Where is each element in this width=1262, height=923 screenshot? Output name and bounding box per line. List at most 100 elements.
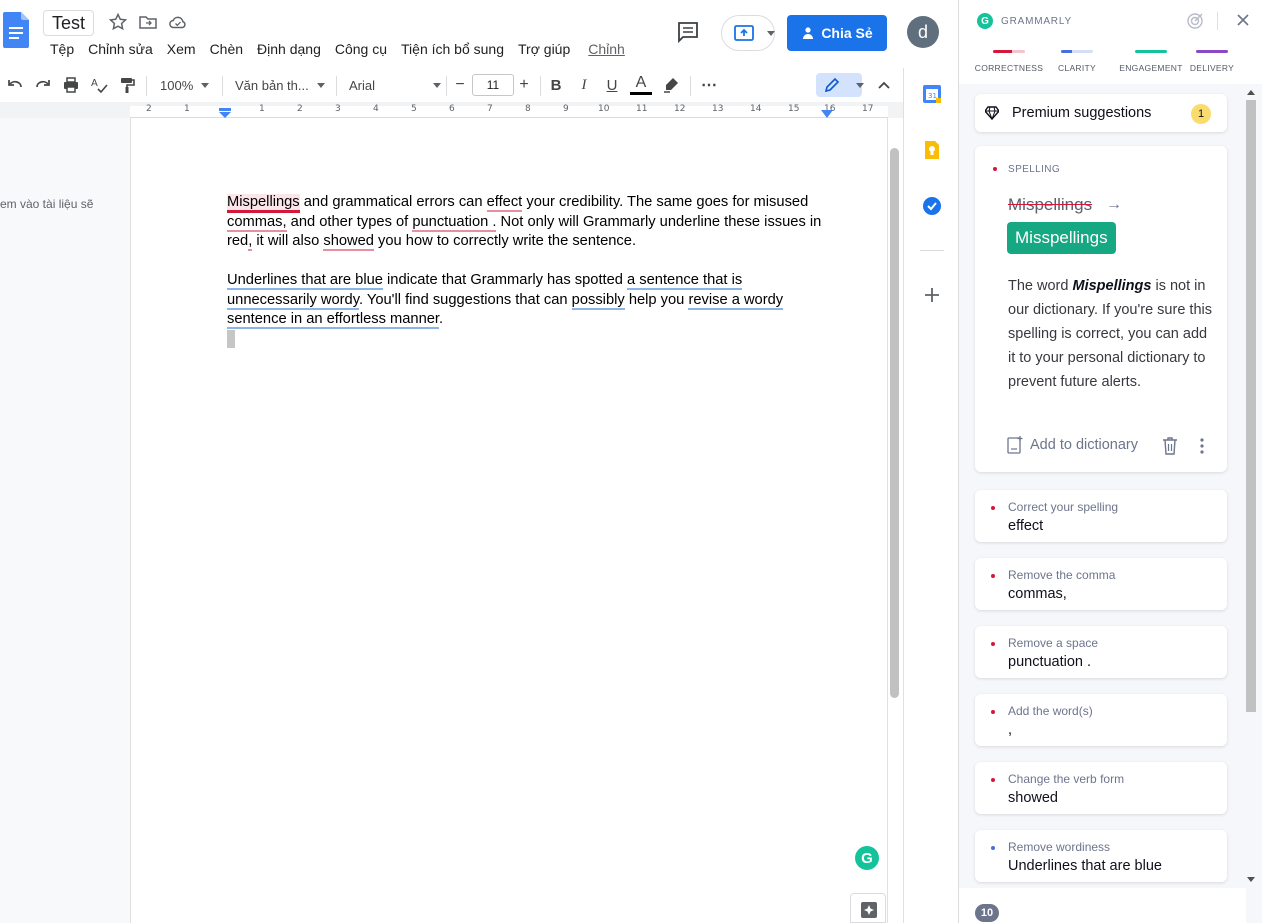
document-title-input[interactable]: Test — [43, 10, 95, 36]
ruler-label: 15 — [788, 104, 800, 114]
category-correctness[interactable]: CORRECTNESS — [974, 50, 1044, 73]
flagged-word-punctuation[interactable]: punctuation . — [412, 213, 497, 232]
grammarly-panel: G GRAMMARLY CORRECTNESS CLARITY ENGAGEME… — [958, 0, 1262, 923]
accept-replacement-button[interactable]: Misspellings — [1007, 222, 1116, 254]
italic-button[interactable]: I — [575, 74, 593, 96]
grammarly-header: G GRAMMARLY CORRECTNESS CLARITY ENGAGEME… — [959, 0, 1262, 84]
flagged-word-spelling[interactable]: Mispellings — [227, 194, 300, 213]
highlight-color-icon[interactable] — [662, 74, 680, 96]
paragraph-1: Mispellings and grammatical errors can e… — [227, 193, 827, 252]
star-icon[interactable] — [108, 12, 128, 32]
premium-count-badge: 1 — [1191, 104, 1211, 124]
text-run: you how to correctly write the sentence. — [373, 233, 637, 249]
move-folder-icon[interactable] — [138, 12, 158, 32]
document-body[interactable]: Mispellings and grammatical errors can e… — [227, 193, 827, 374]
grammarly-scrollbar[interactable] — [1246, 100, 1256, 712]
menu-insert[interactable]: Chèn — [210, 40, 243, 58]
menu-file[interactable]: Tệp — [50, 40, 74, 58]
avatar[interactable]: d — [907, 16, 939, 48]
font-select[interactable]: Arial — [349, 74, 441, 96]
calendar-icon[interactable]: 31 — [922, 84, 942, 104]
close-icon[interactable] — [1235, 12, 1251, 28]
toolbar-divider — [222, 76, 223, 96]
suggestion-card[interactable]: Correct your spelling effect — [975, 490, 1227, 542]
comment-history-icon[interactable] — [676, 20, 700, 44]
severity-dot — [991, 574, 995, 578]
ruler-label: 9 — [563, 104, 569, 114]
present-button[interactable] — [721, 15, 775, 51]
more-tools-button[interactable]: ⋯ — [698, 74, 720, 96]
suggestion-card[interactable]: Remove a space punctuation . — [975, 626, 1227, 678]
category-engagement[interactable]: ENGAGEMENT — [1116, 50, 1186, 73]
collapse-menus-icon[interactable] — [874, 74, 894, 96]
menu-bar: Tệp Chỉnh sửa Xem Chèn Định dạng Công cụ… — [50, 40, 639, 58]
editing-mode-button[interactable] — [816, 73, 864, 97]
cloud-saved-icon[interactable] — [168, 12, 188, 32]
category-delivery[interactable]: DELIVERY — [1177, 50, 1247, 73]
goals-target-icon[interactable] — [1186, 12, 1204, 30]
document-scrollbar[interactable] — [890, 148, 899, 698]
premium-suggestions-card[interactable]: Premium suggestions 1 — [975, 94, 1227, 132]
text-color-swatch — [630, 92, 652, 95]
last-edit-link[interactable]: Chỉnh — [588, 40, 625, 58]
suggestion-card[interactable]: Remove the comma commas, — [975, 558, 1227, 610]
docs-logo-icon[interactable] — [3, 12, 29, 48]
ruler-label: 10 — [598, 104, 610, 114]
print-icon[interactable] — [62, 74, 80, 96]
paragraph-style-select[interactable]: Văn bản th... — [235, 74, 327, 96]
increase-font-size-button[interactable]: + — [514, 74, 534, 96]
suggestion-card[interactable]: Add the word(s) , — [975, 694, 1227, 746]
ruler-label: 17 — [862, 104, 874, 114]
bold-button[interactable]: B — [547, 74, 565, 96]
flagged-word-possibly[interactable]: possibly — [571, 291, 625, 310]
tasks-icon[interactable] — [922, 196, 942, 216]
font-size-input[interactable]: 11 — [472, 74, 514, 96]
scroll-up-icon[interactable] — [1247, 89, 1255, 95]
keep-icon[interactable] — [922, 140, 942, 160]
menu-addons[interactable]: Tiện ích bổ sung — [401, 40, 504, 58]
category-clarity[interactable]: CLARITY — [1042, 50, 1112, 73]
share-label: Chia Sẻ — [821, 25, 873, 41]
right-indent-marker-icon[interactable] — [821, 110, 833, 118]
decrease-font-size-button[interactable]: − — [450, 74, 470, 96]
ruler-label: 4 — [373, 104, 379, 114]
explanation-word: Mispellings — [1072, 278, 1152, 294]
paint-format-icon[interactable] — [118, 74, 136, 96]
redo-icon[interactable] — [34, 74, 52, 96]
menu-view[interactable]: Xem — [167, 40, 196, 58]
chevron-down-icon — [201, 82, 210, 88]
indent-marker-icon[interactable] — [219, 108, 231, 118]
flagged-word-effect[interactable]: effect — [486, 194, 523, 212]
share-button[interactable]: Chia Sẻ — [787, 15, 887, 51]
text-run: help you — [624, 291, 689, 308]
undo-icon[interactable] — [6, 74, 24, 96]
grammarly-floating-icon[interactable]: G — [855, 846, 879, 870]
chevron-down-icon — [433, 82, 441, 88]
menu-help[interactable]: Trợ giúp — [518, 40, 570, 58]
underline-button[interactable]: U — [603, 74, 621, 96]
text-color-button[interactable]: A — [630, 74, 652, 96]
flagged-phrase-wordiness[interactable]: Underlines that are blue — [227, 272, 383, 290]
document-outline-hint: em vào tài liệu sẽ — [0, 197, 94, 211]
toolbar-divider — [690, 76, 691, 96]
add-icon[interactable] — [922, 285, 942, 305]
flagged-word-showed[interactable]: showed — [323, 233, 374, 251]
total-alerts-badge[interactable]: 10 — [975, 904, 999, 922]
suggestion-card[interactable]: Change the verb form showed — [975, 762, 1227, 814]
suggestion-type: SPELLING — [1008, 164, 1061, 175]
menu-tools[interactable]: Công cụ — [335, 40, 387, 58]
suggestion-card[interactable]: Remove wordiness Underlines that are blu… — [975, 830, 1227, 882]
menu-format[interactable]: Định dạng — [257, 40, 321, 58]
explore-button[interactable] — [850, 893, 886, 923]
add-to-dictionary-button[interactable]: Add to dictionary — [1006, 435, 1138, 455]
zoom-select[interactable]: 100% — [160, 74, 214, 96]
menu-edit[interactable]: Chỉnh sửa — [88, 40, 153, 58]
trash-icon[interactable] — [1161, 436, 1179, 456]
document-page[interactable]: Mispellings and grammatical errors can e… — [130, 118, 888, 923]
scroll-down-icon[interactable] — [1247, 877, 1255, 883]
ruler-label: 5 — [411, 104, 417, 114]
svg-text:A: A — [91, 78, 98, 89]
spellcheck-icon[interactable]: A — [90, 74, 108, 96]
flagged-word-commas[interactable]: commas, — [227, 213, 287, 232]
more-options-icon[interactable] — [1199, 437, 1205, 455]
